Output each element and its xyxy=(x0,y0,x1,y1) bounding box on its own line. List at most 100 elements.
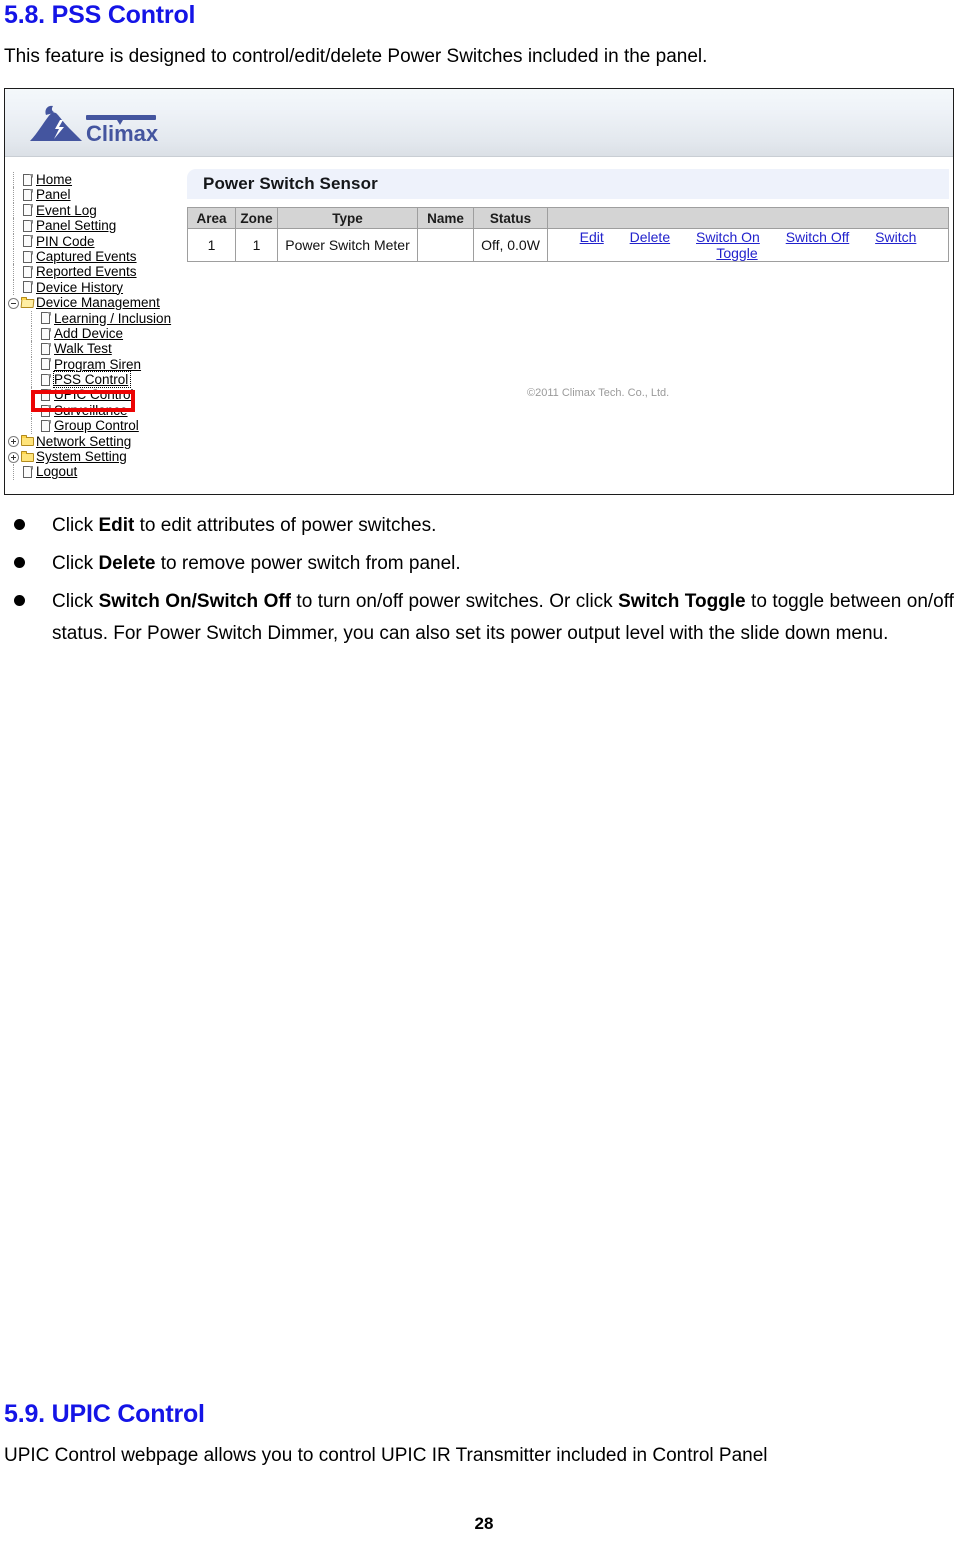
expand-plus-icon[interactable] xyxy=(7,449,21,464)
page-icon xyxy=(21,234,35,248)
page-icon xyxy=(21,265,35,279)
cell-name xyxy=(417,228,474,262)
delete-link[interactable]: Delete xyxy=(630,229,670,245)
sidebar-item-device-history[interactable]: Device History xyxy=(7,279,182,296)
sidebar-item-reported-events[interactable]: Reported Events xyxy=(7,264,182,281)
svg-text:Climax: Climax xyxy=(86,121,159,146)
bullet-text-prefix: Click xyxy=(52,591,99,612)
bullet-text-middle: to edit attributes of power switches. xyxy=(134,515,437,536)
panel-title: Power Switch Sensor xyxy=(187,169,949,199)
page-icon xyxy=(39,357,53,371)
column-header-area: Area xyxy=(187,207,236,229)
bullet-emphasis-secondary: Switch Toggle xyxy=(618,591,746,612)
page-icon xyxy=(21,465,35,479)
sidebar-item-program-siren[interactable]: Program Siren xyxy=(7,356,182,373)
sidebar-item-add-device[interactable]: Add Device xyxy=(7,325,182,342)
page-number: 28 xyxy=(474,1514,494,1533)
sidebar-item-group-control[interactable]: Group Control xyxy=(7,418,182,435)
cell-zone: 1 xyxy=(235,228,278,262)
page-icon xyxy=(39,342,53,356)
bullet-emphasis-primary: Edit xyxy=(98,515,135,536)
bullet-item: Click Delete to remove power switch from… xyxy=(0,548,962,580)
tree-line xyxy=(7,279,21,296)
sidebar-item-label: PSS Control xyxy=(52,371,132,389)
sidebar-item-pss-control[interactable]: PSS Control xyxy=(7,371,182,389)
sidebar-item-label: Reported Events xyxy=(36,264,137,280)
sidebar-item-system-setting[interactable]: System Setting xyxy=(7,449,182,464)
sidebar-item-label: Panel xyxy=(36,187,71,203)
tree-line xyxy=(7,233,21,250)
tree-line xyxy=(7,172,21,188)
sidebar-item-label: Program Siren xyxy=(54,356,142,372)
main-panel: Power Switch Sensor Area Zone Type Name … xyxy=(187,169,949,399)
sidebar-item-device-management[interactable]: Device Management xyxy=(7,295,182,310)
tree-line xyxy=(7,248,21,265)
sidebar-item-label: Captured Events xyxy=(36,248,137,264)
sidebar-item-pin-code[interactable]: PIN Code xyxy=(7,233,182,250)
climax-logo: Climax xyxy=(24,101,174,149)
folder-icon xyxy=(21,450,35,464)
tree-line xyxy=(7,264,21,281)
sidebar-item-label: Device History xyxy=(36,279,124,295)
bullet-marker-icon xyxy=(14,595,30,606)
column-header-type: Type xyxy=(277,207,418,229)
sidebar-item-home[interactable]: Home xyxy=(7,172,182,188)
sidebar-item-captured-events[interactable]: Captured Events xyxy=(7,248,182,265)
switch-off-link[interactable]: Switch Off xyxy=(786,229,850,245)
sidebar-item-walk-test[interactable]: Walk Test xyxy=(7,341,182,358)
page-icon xyxy=(39,327,53,341)
tree-line xyxy=(25,418,39,435)
pss-control-screenshot: Climax Home Panel Event Log Panel Setting PI… xyxy=(4,88,954,495)
bullet-text-middle: to turn on/off power switches. Or click xyxy=(291,591,619,612)
page-icon xyxy=(39,419,53,433)
sidebar-item-label: Event Log xyxy=(36,202,97,218)
sidebar-item-label: System Setting xyxy=(36,449,127,465)
column-header-zone: Zone xyxy=(235,207,278,229)
section-heading-5-9: 5.9. UPIC Control xyxy=(4,1400,205,1428)
sidebar-tree[interactable]: Home Panel Event Log Panel Setting PIN Code C… xyxy=(7,172,182,481)
tree-line xyxy=(7,218,21,234)
sidebar-item-label: Panel Setting xyxy=(36,218,117,234)
switch-on-link[interactable]: Switch On xyxy=(696,229,760,245)
collapse-minus-icon[interactable] xyxy=(7,295,21,310)
sidebar-item-network-setting[interactable]: Network Setting xyxy=(7,434,182,449)
page-icon xyxy=(39,311,53,325)
page-icon xyxy=(21,280,35,294)
tree-line xyxy=(7,464,21,481)
section-5-8-intro-paragraph: This feature is designed to control/edit… xyxy=(4,46,708,67)
bullet-text: Click Delete to remove power switch from… xyxy=(52,548,954,580)
sidebar-item-label: PIN Code xyxy=(36,233,95,249)
page-icon xyxy=(21,203,35,217)
table-body: 1 1 Power Switch Meter Off, 0.0W Edit De… xyxy=(187,228,949,262)
cell-area: 1 xyxy=(187,228,236,262)
sidebar-item-panel-setting[interactable]: Panel Setting xyxy=(7,218,182,234)
folder-open-icon xyxy=(21,296,35,310)
page-icon xyxy=(21,250,35,264)
section-heading-5-8: 5.8. PSS Control xyxy=(4,1,196,29)
instruction-bullet-list: Click Edit to edit attributes of power s… xyxy=(0,510,962,656)
tree-line xyxy=(25,372,39,388)
column-header-actions xyxy=(547,207,949,229)
bullet-text: Click Edit to edit attributes of power s… xyxy=(52,510,954,542)
page-icon xyxy=(39,373,53,387)
sidebar-item-label: Device Management xyxy=(36,295,160,311)
cell-status: Off, 0.0W xyxy=(473,228,548,262)
bullet-text-prefix: Click xyxy=(52,515,99,536)
sidebar-item-learning-inclusion[interactable]: Learning / Inclusion xyxy=(7,310,182,327)
expand-plus-icon[interactable] xyxy=(7,434,21,449)
sidebar-item-label: Network Setting xyxy=(36,433,132,449)
bullet-text-middle: to remove power switch from panel. xyxy=(155,553,461,574)
bullet-item: Click Edit to edit attributes of power s… xyxy=(0,510,962,542)
bullet-text: Click Switch On/Switch Off to turn on/of… xyxy=(52,586,954,650)
power-switch-sensor-table: Area Zone Type Name Status 1 1 Power Swi… xyxy=(187,207,949,262)
section-5-9-intro-paragraph: UPIC Control webpage allows you to contr… xyxy=(4,1445,768,1466)
bullet-text-prefix: Click xyxy=(52,553,99,574)
bullet-marker-icon xyxy=(14,557,30,568)
page-icon xyxy=(21,219,35,233)
page-icon xyxy=(21,188,35,202)
sidebar-item-event-log[interactable]: Event Log xyxy=(7,202,182,219)
column-header-name: Name xyxy=(417,207,474,229)
sidebar-item-panel[interactable]: Panel xyxy=(7,187,182,204)
edit-link[interactable]: Edit xyxy=(580,229,604,245)
sidebar-item-logout[interactable]: Logout xyxy=(7,464,182,481)
